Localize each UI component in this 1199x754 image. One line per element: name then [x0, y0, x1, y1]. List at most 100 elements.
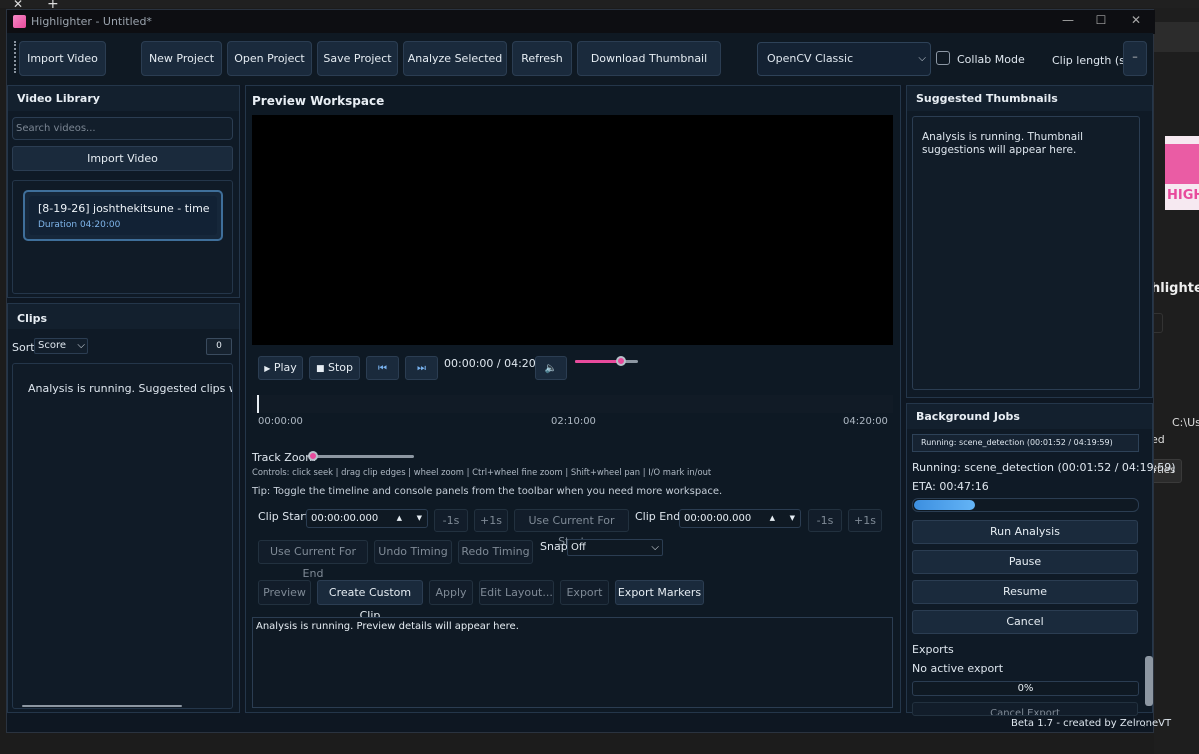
undo-timing-button[interactable]: Undo Timing [374, 540, 452, 564]
skip-back-button[interactable]: ⏮ [366, 356, 399, 380]
snap-label: Snap [540, 540, 568, 553]
thumbnails-message: Analysis is running. Thumbnail suggestio… [922, 131, 1084, 156]
skip-forward-button[interactable]: ⏭ [405, 356, 438, 380]
video-list-item[interactable]: [8-19-26] joshthekitsune - time to Durat… [23, 190, 223, 241]
pause-button[interactable]: Pause [912, 550, 1138, 574]
title-bar: Highlighter - Untitled* — ☐ ✕ [7, 10, 1155, 34]
new-project-button[interactable]: New Project [141, 41, 222, 76]
background-path: C:\Use [1172, 416, 1199, 429]
stop-button[interactable]: ■ Stop [309, 356, 360, 380]
preview-title: Preview Workspace [252, 94, 385, 108]
export-progress-bar: 0% [912, 681, 1139, 696]
skip-forward-icon: ⏭ [417, 363, 426, 374]
cancel-export-button[interactable]: Cancel Export [912, 702, 1138, 716]
spin-up-icon[interactable]: ▲ [397, 510, 402, 527]
refresh-button[interactable]: Refresh [512, 41, 572, 76]
use-current-start-button[interactable]: Use Current For Start [514, 509, 629, 548]
timeline-tick-start: 00:00:00 [258, 416, 303, 427]
minimize-button[interactable]: — [1058, 13, 1078, 27]
clips-title: Clips [17, 312, 48, 325]
resize-grip-icon[interactable]: ⋰ [1143, 719, 1151, 728]
collab-mode-label: Collab Mode [957, 53, 1025, 66]
spin-down-icon[interactable]: ▼ [417, 510, 422, 527]
clip-end-label: Clip End [635, 510, 681, 523]
clip-end-minus-button[interactable]: -1s [808, 509, 842, 532]
search-videos-input[interactable]: Search videos... [12, 117, 233, 140]
edit-layout-button[interactable]: Edit Layout... [479, 580, 554, 605]
track-zoom-handle[interactable] [308, 451, 318, 461]
export-markers-button[interactable]: Export Markers [615, 580, 704, 605]
background-window: HIGH [1154, 8, 1199, 754]
background-thumbnail: HIGH [1165, 136, 1199, 210]
clip-start-plus-button[interactable]: +1s [474, 509, 508, 532]
timeline-tick-end: 04:20:00 [843, 416, 888, 427]
save-project-button[interactable]: Save Project [317, 41, 398, 76]
thumbnails-list: Analysis is running. Thumbnail suggestio… [912, 116, 1140, 390]
clip-end-plus-button[interactable]: +1s [848, 509, 882, 532]
video-library-title: Video Library [17, 92, 100, 105]
analyze-selected-button[interactable]: Analyze Selected [403, 41, 507, 76]
track-zoom-slider[interactable] [312, 455, 414, 458]
clips-horizontal-scrollbar[interactable] [22, 705, 182, 707]
export-status: No active export [912, 662, 1004, 675]
cancel-job-button[interactable]: Cancel [912, 610, 1138, 634]
job-eta: ETA: 00:47:16 [912, 480, 989, 493]
spin-down-icon[interactable]: ▼ [790, 510, 795, 527]
taskbar-strip [0, 0, 1199, 8]
sort-select[interactable]: Score ⌵ [34, 338, 88, 354]
background-thumb-logo [1165, 144, 1199, 184]
window-title: Highlighter - Untitled* [31, 15, 152, 28]
apply-button[interactable]: Apply [429, 580, 473, 605]
exports-label: Exports [912, 643, 954, 656]
library-import-video-button[interactable]: Import Video [12, 146, 233, 171]
maximize-button[interactable]: ☐ [1091, 13, 1111, 27]
clip-start-minus-button[interactable]: -1s [434, 509, 468, 532]
resume-button[interactable]: Resume [912, 580, 1138, 604]
timeline-track[interactable] [252, 395, 893, 413]
redo-timing-button[interactable]: Redo Timing [458, 540, 533, 564]
open-project-button[interactable]: Open Project [227, 41, 312, 76]
import-video-button[interactable]: Import Video [19, 41, 106, 76]
close-button[interactable]: ✕ [1126, 13, 1146, 27]
background-heading: hlighter [1151, 281, 1199, 296]
play-icon: ▶ [264, 364, 271, 373]
sort-select-value: Score [38, 340, 67, 351]
play-button[interactable]: ▶ Play [258, 356, 303, 380]
engine-select-value: OpenCV Classic [767, 52, 854, 65]
run-analysis-button[interactable]: Run Analysis [912, 520, 1138, 544]
preview-clip-button[interactable]: Preview [258, 580, 311, 605]
clip-end-input[interactable]: 00:00:00.000 ▲ ▼ [679, 509, 801, 528]
spin-up-icon[interactable]: ▲ [770, 510, 775, 527]
volume-slider-handle[interactable] [616, 356, 626, 366]
job-status-text: Running: scene_detection (00:01:52 / 04:… [912, 461, 1176, 474]
clip-length-spinner[interactable]: – [1123, 41, 1147, 76]
download-thumbnail-button[interactable]: Download Thumbnail PNG [577, 41, 721, 98]
snap-select[interactable]: Off ⌵ [567, 539, 663, 556]
jobs-vertical-scrollbar[interactable] [1145, 656, 1153, 706]
clip-start-input[interactable]: 00:00:00.000 ▲ ▼ [306, 509, 428, 528]
chevron-down-icon: ⌵ [918, 53, 926, 64]
app-logo-icon [13, 15, 26, 28]
use-current-end-button[interactable]: Use Current For End [258, 540, 368, 580]
thumbnails-title: Suggested Thumbnails [916, 92, 1058, 105]
play-label: Play [273, 361, 297, 374]
speaker-icon: 🔈 [544, 363, 558, 374]
toolbar-grip[interactable] [14, 41, 16, 73]
sort-label: Sort [12, 341, 35, 354]
preview-console: Analysis is running. Preview details wil… [252, 617, 893, 708]
video-title: [8-19-26] joshthekitsune - time to [38, 202, 213, 215]
video-preview[interactable] [252, 115, 893, 345]
clip-length-label: Clip length (s) [1052, 54, 1130, 67]
engine-select[interactable]: OpenCV Classic ⌵ [757, 42, 931, 76]
export-button[interactable]: Export [560, 580, 609, 605]
background-bar [1154, 22, 1199, 52]
chevron-down-icon: ⌵ [651, 542, 659, 553]
clip-end-value: 00:00:00.000 [684, 513, 752, 524]
clip-count: 0 [206, 338, 232, 355]
chevron-down-icon: ⌵ [77, 340, 85, 351]
timeline-playhead[interactable] [257, 395, 259, 413]
collab-mode-checkbox[interactable] [936, 51, 950, 65]
track-zoom-label: Track Zoom [252, 451, 316, 464]
volume-button[interactable]: 🔈 [535, 356, 567, 380]
create-custom-clip-button[interactable]: Create Custom Clip [317, 580, 423, 622]
